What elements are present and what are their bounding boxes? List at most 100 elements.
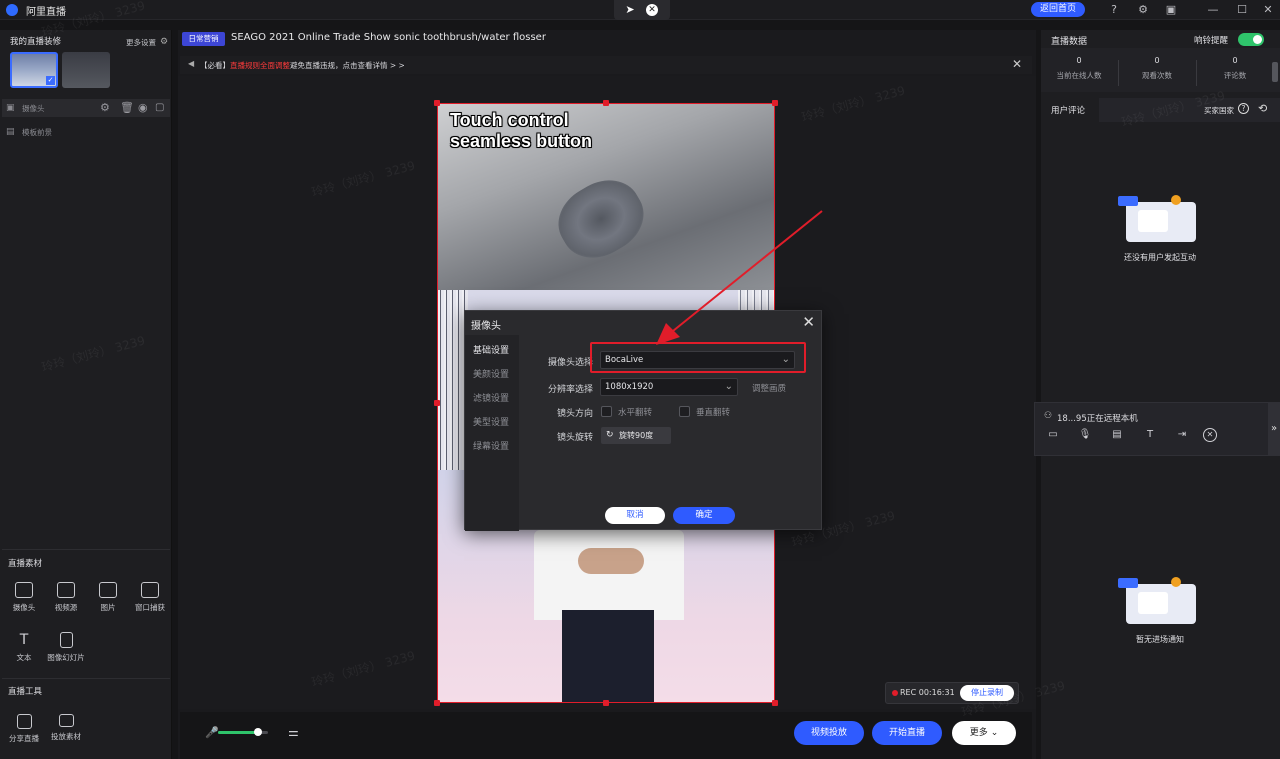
mic-volume-slider[interactable] [218, 728, 268, 736]
image-icon [99, 582, 117, 598]
annotation-arrow [656, 210, 823, 345]
app-logo-icon [6, 4, 18, 16]
side-item-shape[interactable]: 美型设置 [473, 415, 509, 428]
material-text[interactable]: T 文本 [4, 632, 44, 663]
store-icon[interactable]: ▣ [1164, 3, 1178, 17]
dialog-side-nav: 基础设置 美颜设置 滤镜设置 美型设置 绿幕设置 [465, 335, 519, 531]
decor-thumbnail[interactable] [62, 52, 110, 88]
tool-cast-material[interactable]: 投放素材 [46, 714, 86, 742]
remote-screen-icon[interactable]: ▤ [1109, 428, 1125, 442]
resize-handle[interactable] [434, 400, 440, 406]
material-slideshow[interactable]: 图像幻灯片 [46, 632, 86, 663]
material-video-source[interactable]: 视频源 [46, 582, 86, 613]
lens-rotate-label: 镜头旋转 [556, 433, 593, 443]
resize-handle[interactable] [603, 700, 609, 706]
resolution-dropdown[interactable]: 1080x1920 ⌄ [600, 378, 738, 396]
minimize-icon[interactable]: — [1206, 3, 1220, 17]
remote-file-transfer-icon[interactable]: ⇥ [1174, 428, 1190, 442]
home-button[interactable]: 返回首页 [1031, 2, 1085, 17]
side-item-greenscreen[interactable]: 绿幕设置 [473, 439, 509, 452]
resize-handle[interactable] [603, 100, 609, 106]
tool-share-live[interactable]: 分享直播 [4, 714, 44, 744]
side-item-filter[interactable]: 滤镜设置 [473, 391, 509, 404]
layer-label: 摄像头 [22, 104, 45, 113]
layer-settings-icon[interactable]: ⚙ [100, 102, 110, 113]
ring-alert-label: 响铃提醒 [1194, 36, 1229, 46]
slideshow-icon [59, 632, 73, 648]
material-window-capture[interactable]: 窗口捕获 [130, 582, 170, 613]
side-item-basic[interactable]: 基础设置 [473, 343, 509, 356]
window-capture-icon [141, 582, 159, 598]
layer-lock-icon[interactable]: ▢ [155, 103, 165, 113]
no-entry-text: 暂无进场通知 [1136, 635, 1184, 644]
help-icon[interactable]: ? [1107, 3, 1121, 17]
more-settings-gear-icon[interactable]: ⚙ [160, 37, 168, 47]
stop-record-button[interactable]: 停止录制 [960, 685, 1014, 701]
stats-scrollbar[interactable] [1272, 62, 1278, 82]
toggle-knob [1253, 35, 1262, 44]
no-interaction-text: 还没有用户发起互动 [1124, 253, 1196, 262]
tabs-background [1099, 98, 1280, 122]
chevron-down-icon: ⌄ [990, 728, 999, 738]
notice-close-icon[interactable]: ✕ [1012, 57, 1022, 71]
rec-dot-icon [892, 690, 898, 696]
more-button[interactable]: 更多 ⌄ [952, 721, 1016, 745]
rec-time: REC 00:16:31 [900, 688, 955, 697]
remote-mic-icon[interactable]: 🎙 [1077, 428, 1093, 442]
presenter-shirt [534, 530, 684, 620]
adjust-quality-link[interactable]: 调整画质 [752, 382, 786, 394]
camera-select-label: 摄像头选择 [547, 358, 593, 368]
resize-handle[interactable] [434, 700, 440, 706]
remote-chat-icon[interactable]: ▭ [1045, 428, 1061, 442]
audio-settings-sliders-icon[interactable]: ⚌ [288, 725, 299, 739]
app-title: 阿里直播 [26, 7, 66, 18]
close-window-icon[interactable]: ✕ [1261, 3, 1275, 17]
remote-disconnect-icon[interactable]: ✕ [1203, 428, 1217, 442]
right-panel [1041, 30, 1280, 759]
resize-handle[interactable] [772, 700, 778, 706]
notice-bar[interactable]: ◀ 【必看】直播规则全面调整避免直播违规，点击查看详情 > > ✕ [180, 56, 1032, 74]
title-bar: 阿里直播 ➤ ✕ 返回首页 ? ⚙ ▣ — ☐ ✕ [0, 0, 1280, 20]
layer-visibility-eye-icon[interactable]: ◉ [138, 102, 148, 113]
notice-prefix: 【必看】 [200, 61, 230, 70]
side-item-beauty[interactable]: 美颜设置 [473, 367, 509, 380]
pointer-icon[interactable]: ➤ [624, 4, 636, 16]
settings-gear-icon[interactable]: ⚙ [1136, 3, 1150, 17]
microphone-icon[interactable]: 🎤 [205, 726, 219, 739]
mic-volume-fill [218, 731, 258, 734]
maximize-icon[interactable]: ☐ [1235, 3, 1249, 17]
mic-volume-knob[interactable] [254, 728, 262, 736]
tab-user-comments-label: 用户评论 [1051, 106, 1086, 116]
cancel-button[interactable]: 取消 [605, 507, 665, 524]
resize-handle[interactable] [434, 100, 440, 106]
material-image[interactable]: 图片 [88, 582, 128, 613]
share-icon [16, 714, 32, 729]
flip-vertical-checkbox[interactable] [679, 406, 690, 417]
notice-rule-link[interactable]: 直播规则全面调整 [230, 61, 290, 70]
layer-label[interactable]: 模板前景 [22, 127, 52, 138]
ring-alert-toggle[interactable] [1238, 33, 1264, 46]
refresh-icon[interactable]: ⟲ [1258, 102, 1267, 115]
my-decor-title: 我的直播装修 [10, 37, 62, 47]
buyer-country-help-icon[interactable]: ? [1238, 103, 1249, 114]
flip-vertical-label: 垂直翻转 [696, 408, 731, 418]
resize-handle[interactable] [772, 100, 778, 106]
tools-title: 直播工具 [8, 687, 43, 697]
confirm-button[interactable]: 确定 [673, 507, 735, 524]
remote-text-icon[interactable]: T [1142, 428, 1158, 442]
user-icon: ⚇ [1044, 411, 1053, 421]
flip-horizontal-checkbox[interactable] [601, 406, 612, 417]
decor-thumbnail-selected[interactable]: ✓ [10, 52, 58, 88]
lens-direction-label: 镜头方向 [556, 409, 593, 419]
resolution-value: 1080x1920 [605, 382, 654, 392]
material-camera[interactable]: 摄像头 [4, 582, 44, 613]
rotate-90-button[interactable]: ↻ 旋转90度 [601, 427, 671, 444]
video-cast-button[interactable]: 视频投放 [794, 721, 864, 745]
more-settings-link[interactable]: 更多设置 [126, 37, 156, 48]
layer-delete-icon[interactable]: 🗑 [120, 102, 134, 113]
remote-collapse-icon[interactable]: » [1268, 402, 1280, 456]
divider [2, 678, 170, 679]
start-live-button[interactable]: 开始直播 [872, 721, 942, 745]
presenter-hands [578, 548, 644, 574]
close-capture-icon[interactable]: ✕ [646, 4, 658, 16]
